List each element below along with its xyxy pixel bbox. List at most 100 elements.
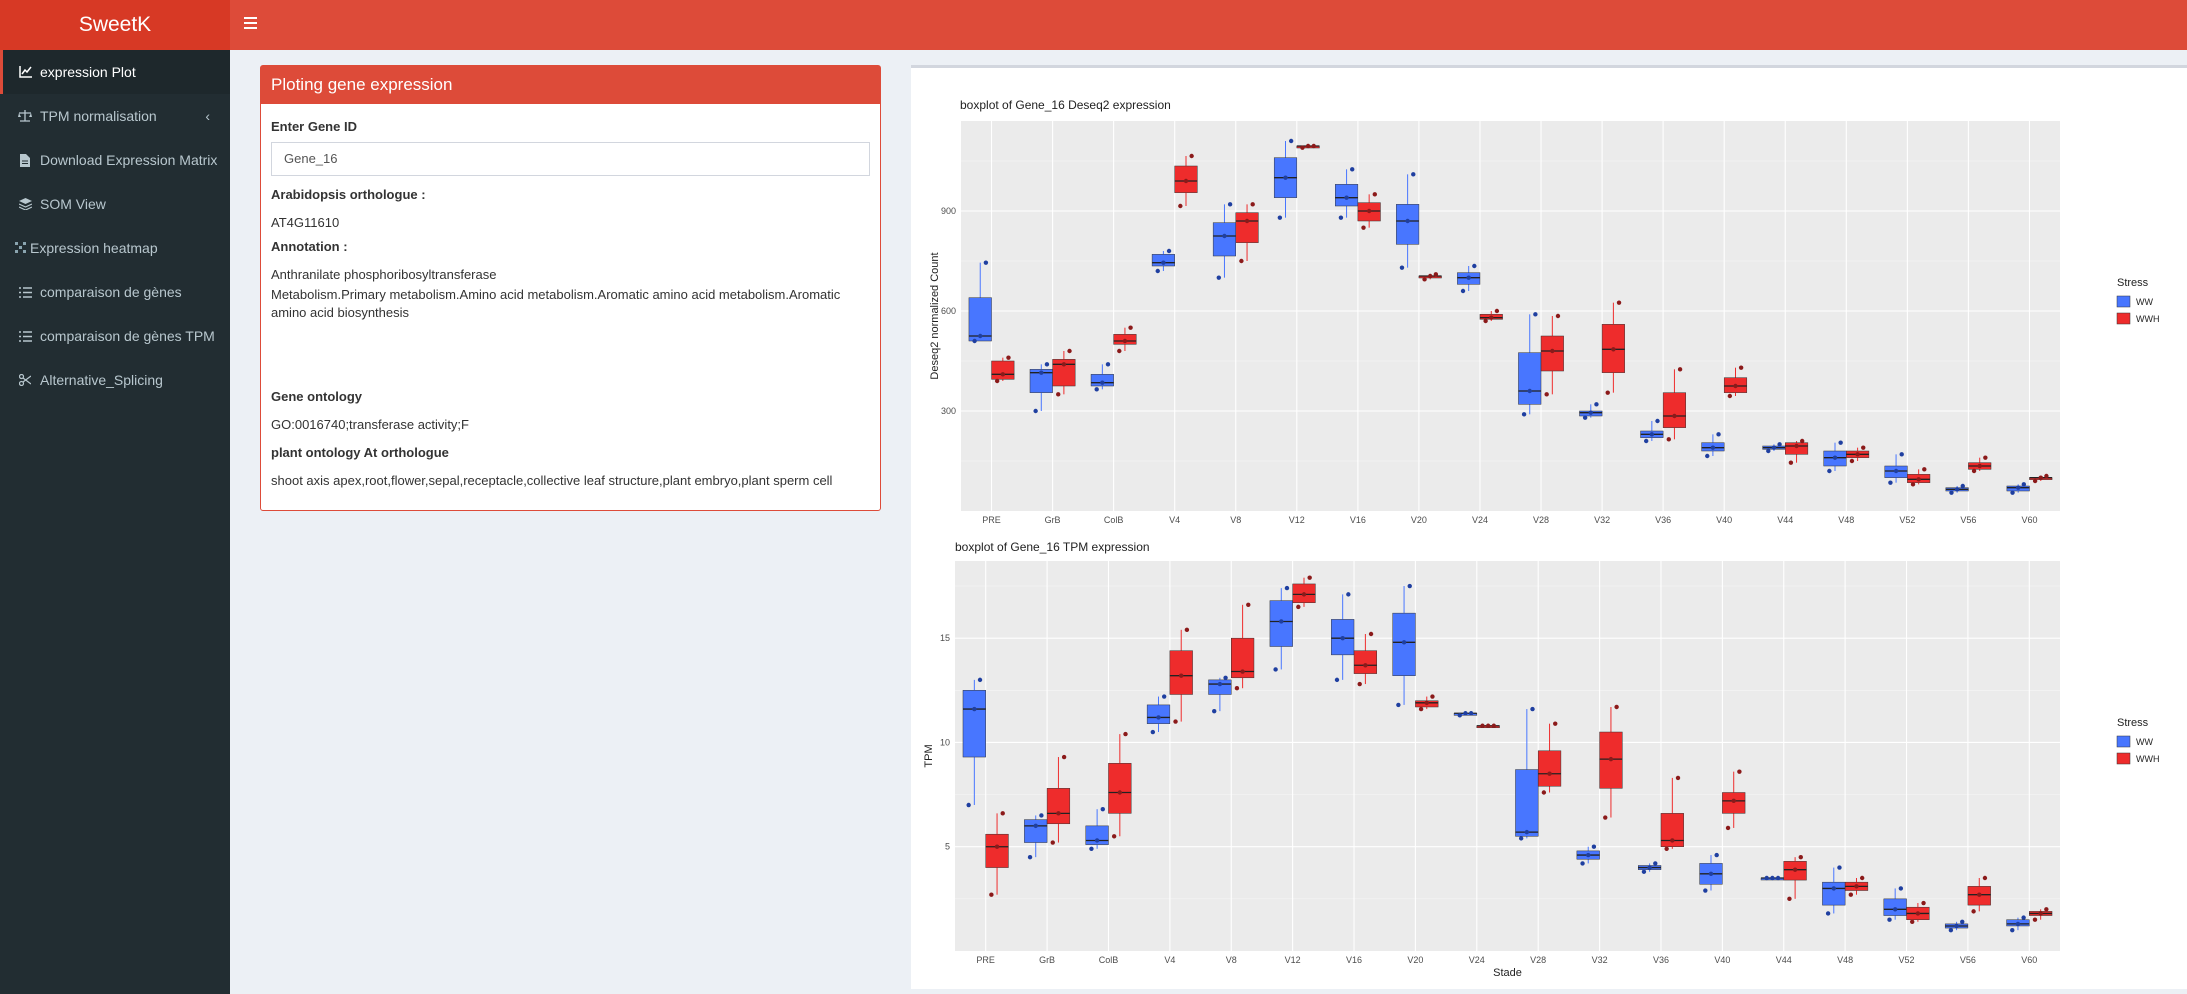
data-point [1039,370,1044,375]
data-point [1183,178,1189,184]
data-point [2010,490,2015,495]
panel-title: Ploting gene expression [261,66,880,104]
data-point [1971,909,1976,914]
data-point [1555,313,1561,319]
plot-panel-background [955,561,2060,951]
data-point [1948,927,1954,933]
data-point [1033,408,1038,414]
data-point [1239,258,1244,264]
data-point [2038,475,2043,480]
box-WW [1396,204,1420,245]
box-WWH [1353,650,1377,674]
data-point [1675,775,1681,781]
box-WWH [991,360,1015,380]
data-point [1616,300,1622,305]
data-point [1530,706,1535,712]
data-point [1430,694,1435,699]
data-point [1716,432,1721,437]
x-tick-label: V24 [1472,515,1488,525]
y-tick-label: 5 [945,842,950,852]
data-point [1977,463,1982,469]
data-point [1100,806,1105,812]
data-point [1921,900,1926,906]
data-point [1485,723,1491,728]
data-point [1156,715,1161,720]
data-point [978,333,983,339]
list-icon [18,329,32,343]
data-point [1100,380,1105,385]
y-tick-label: 600 [941,306,956,316]
app-logo[interactable]: SweetK [0,0,230,50]
data-point [1603,815,1608,820]
gene-info-panel: Ploting gene expression Enter Gene ID Ge… [260,65,881,511]
x-tick-label: V24 [1469,955,1485,965]
data-point [1641,869,1647,874]
data-point [977,677,983,683]
annotation-label: Annotation : [271,239,348,254]
data-point [1033,823,1038,829]
sidebar-item-alternative-splicing[interactable]: Alternative_Splicing [0,358,230,402]
data-point [1250,202,1255,207]
box-WW [1024,819,1048,843]
x-tick-label: ColB [1099,955,1119,965]
box-WW [1212,222,1237,257]
y-axis-label: Deseq2 normalized Count [929,252,941,379]
gene-id-input[interactable]: Gene_16 [271,142,870,176]
gene-ontology-label: Gene ontology [271,389,362,404]
data-point [994,378,1000,384]
x-tick-label: V36 [1653,955,1669,965]
layers-icon [18,197,32,211]
sidebar-item-tpm-normalisation[interactable]: TPM normalisation ‹ [0,94,230,138]
data-point [1401,640,1407,645]
data-point [1588,410,1593,415]
data-point [1827,468,1832,474]
data-point [1614,704,1619,710]
data-point [1150,729,1156,735]
x-tick-label: V60 [2021,955,2037,965]
x-tick-label: V44 [1777,515,1793,525]
data-point [1893,468,1899,474]
tpm-boxplot: boxplot of Gene_16 TPM expression 5 10 15 PR… [911,528,2187,988]
data-point [1666,437,1671,442]
data-point [1161,260,1166,265]
sidebar-item-comparaison-genes[interactable]: comparaison de gènes [0,270,230,314]
legend-label: WW [2136,297,2153,307]
data-point [1799,438,1805,444]
data-point [1223,675,1228,680]
sidebar-item-label: expression Plot [40,64,136,80]
data-point [2032,478,2038,484]
chevron-left-icon[interactable]: ‹ [205,108,210,124]
sidebar-item-comparaison-genes-tpm[interactable]: comparaison de gènes TPM [0,314,230,358]
x-tick-label: V48 [1838,515,1854,525]
data-point [1361,225,1366,230]
x-tick-label: V16 [1350,515,1366,525]
data-point [1491,723,1497,728]
y-axis-label: TPM [923,744,935,767]
data-point [1061,362,1067,367]
data-point [1433,272,1439,277]
data-point [1916,477,1921,482]
data-point [1000,372,1006,377]
data-point [1977,892,1982,897]
data-point [1766,448,1771,454]
data-point [1483,318,1488,324]
data-point [989,892,994,897]
sidebar-item-download-matrix[interactable]: Download Expression Matrix [0,138,230,182]
sidebar-item-expression-heatmap[interactable]: Expression heatmap [0,226,230,270]
x-tick-label: ColB [1104,515,1124,525]
data-point [1279,619,1284,624]
data-point [1056,811,1061,816]
data-point [1787,896,1792,902]
data-point [1044,362,1050,367]
data-point [1547,771,1552,776]
sidebar-toggle-icon[interactable] [240,14,262,36]
x-tick-label: V40 [1714,955,1730,965]
sidebar-item-expression-plot[interactable]: expression Plot [0,50,230,94]
data-point [1664,846,1669,852]
data-point [1550,348,1555,354]
sidebar-item-som-view[interactable]: SOM View [0,182,230,226]
data-point [1396,702,1401,708]
sidebar: expression Plot TPM normalisation ‹ Down… [0,50,230,994]
data-point [1460,288,1466,294]
box-WW [1335,184,1359,207]
